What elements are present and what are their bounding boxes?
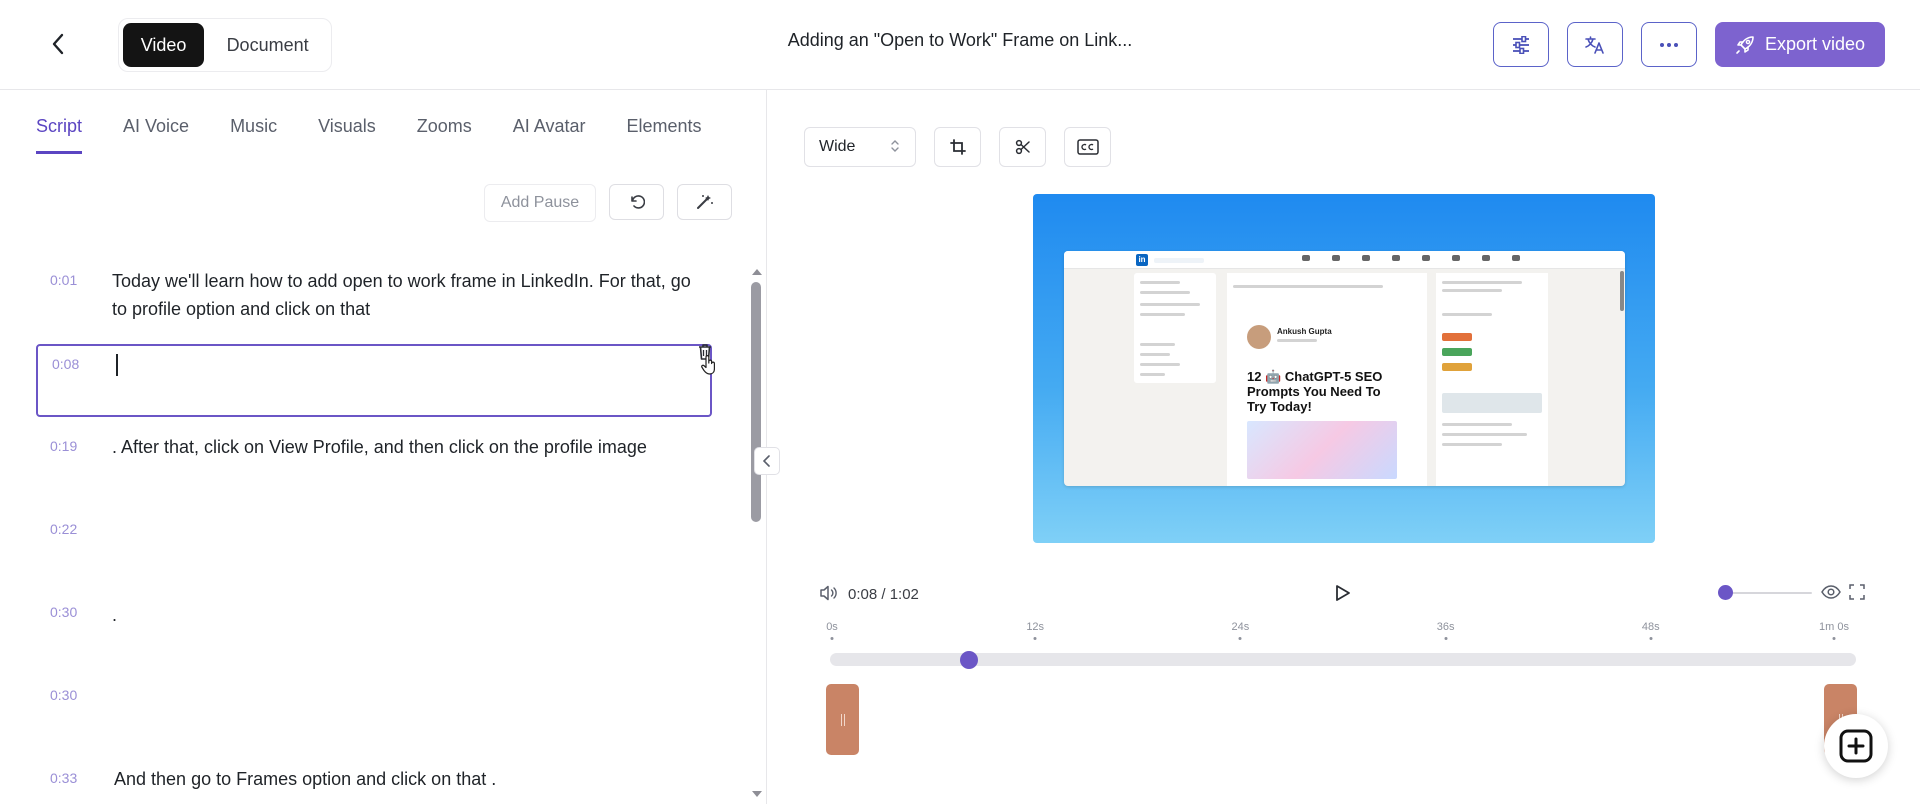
ruler-label: 1m 0s [1819, 621, 1849, 633]
collapse-panel-button[interactable] [754, 447, 780, 475]
ruler-label: 0s [826, 621, 838, 633]
aspect-ratio-select[interactable]: Wide [804, 127, 916, 167]
ruler-label: 24s [1231, 621, 1250, 633]
undo-button[interactable] [609, 184, 664, 220]
scissors-icon [1015, 139, 1030, 155]
tab-elements[interactable]: Elements [627, 116, 702, 154]
hand-cursor-icon [701, 355, 715, 375]
post-title: 12 🤖 ChatGPT-5 SEO Prompts You Need To T… [1247, 369, 1383, 414]
crop-icon [949, 139, 966, 155]
timeline-scrubber-track[interactable] [830, 653, 1856, 666]
line-text[interactable]: Today we'll learn how to add open to wor… [112, 267, 692, 323]
line-timestamp[interactable]: 0:30 [50, 604, 77, 620]
linkedin-screenshot: in Ankush Gupta 12 🤖 ChatGPT-5 SEO Promp… [1064, 251, 1625, 486]
tab-music[interactable]: Music [230, 116, 277, 154]
chevron-left-icon [52, 33, 64, 55]
zoom-slider-thumb[interactable] [1718, 585, 1733, 600]
mode-video-button[interactable]: Video [123, 23, 205, 67]
script-line[interactable]: 0:22 [36, 519, 712, 559]
aspect-ratio-value: Wide [819, 138, 856, 155]
scroll-down-arrow-icon[interactable] [751, 790, 763, 798]
mode-document-button[interactable]: Document [208, 23, 327, 67]
ellipsis-icon [1660, 42, 1678, 47]
magic-wand-icon [696, 195, 713, 209]
script-scrollbar-thumb[interactable] [751, 282, 761, 522]
line-timestamp[interactable]: 0:22 [50, 521, 77, 537]
preview-panel: Wide in Ankush Gupta 12 🤖 ChatGPT-5 SEO … [768, 90, 1920, 804]
script-line[interactable]: 0:30 [36, 685, 712, 725]
video-preview[interactable]: in Ankush Gupta 12 🤖 ChatGPT-5 SEO Promp… [1033, 194, 1655, 543]
ruler-tick [830, 637, 834, 640]
line-timestamp[interactable]: 0:19 [50, 438, 77, 454]
tab-visuals[interactable]: Visuals [318, 116, 376, 154]
line-text[interactable]: . After that, click on View Profile, and… [112, 433, 692, 461]
ruler-tick [1238, 637, 1242, 640]
add-pause-button[interactable]: Add Pause [484, 184, 596, 222]
linkedin-left-column [1134, 273, 1216, 383]
zoom-slider-track[interactable] [1720, 592, 1812, 594]
ruler-tick [1832, 637, 1836, 640]
export-video-button[interactable]: Export video [1715, 22, 1885, 67]
ruler-label: 12s [1026, 621, 1045, 633]
clip-start-handle[interactable] [826, 684, 859, 755]
ai-enhance-button[interactable] [677, 184, 732, 220]
tab-script[interactable]: Script [36, 116, 83, 154]
post-author: Ankush Gupta [1277, 327, 1332, 336]
post-image [1247, 421, 1397, 479]
script-line[interactable]: 0:19 . After that, click on View Profile… [36, 436, 712, 476]
linkedin-right-column [1436, 273, 1548, 486]
volume-icon[interactable] [820, 585, 840, 601]
chevron-left-icon [763, 455, 770, 467]
ruler-tick [1649, 637, 1653, 640]
line-text[interactable]: . [112, 601, 692, 629]
ruler-label: 48s [1641, 621, 1660, 633]
plus-square-icon [1839, 729, 1873, 763]
chevron-updown-icon [891, 140, 899, 152]
translate-button[interactable] [1567, 22, 1623, 67]
line-timestamp[interactable]: 0:30 [50, 687, 77, 703]
top-bar: Video Document Adding an "Open to Work" … [0, 0, 1920, 90]
script-line[interactable]: 0:33 And then go to Frames option and cl… [36, 768, 712, 804]
back-button[interactable] [44, 30, 72, 58]
settings-button[interactable] [1493, 22, 1549, 67]
ruler-tick [1444, 637, 1448, 640]
script-line[interactable]: 0:01 Today we'll learn how to add open t… [36, 270, 712, 330]
rocket-icon [1736, 35, 1754, 54]
captions-button[interactable] [1064, 127, 1111, 167]
line-text[interactable]: And then go to Frames option and click o… [114, 765, 694, 793]
playhead[interactable] [960, 651, 979, 669]
time-display: 0:08 / 1:02 [848, 586, 919, 603]
more-options-button[interactable] [1641, 22, 1697, 67]
undo-icon [630, 195, 645, 209]
tab-ai-avatar[interactable]: AI Avatar [513, 116, 586, 154]
linkedin-nav: in [1064, 251, 1625, 269]
crop-button[interactable] [934, 127, 981, 167]
translate-icon [1585, 35, 1604, 54]
author-avatar [1247, 325, 1271, 349]
ruler-tick [1033, 637, 1037, 640]
mode-toggle: Video Document [118, 18, 332, 72]
cut-button[interactable] [999, 127, 1046, 167]
project-title[interactable]: Adding an "Open to Work" Frame on Link..… [700, 30, 1220, 51]
line-timestamp[interactable]: 0:33 [50, 770, 77, 786]
line-timestamp[interactable]: 0:01 [50, 272, 77, 288]
text-caret [116, 354, 118, 376]
fullscreen-icon[interactable] [1849, 584, 1865, 600]
linkedin-logo: in [1136, 254, 1148, 266]
linkedin-feed-post: Ankush Gupta 12 🤖 ChatGPT-5 SEO Prompts … [1227, 273, 1427, 486]
tab-zooms[interactable]: Zooms [417, 116, 472, 154]
script-line-editing[interactable]: 0:08 [36, 344, 715, 417]
sliders-icon [1513, 35, 1529, 54]
editor-tabs: Script AI Voice Music Visuals Zooms AI A… [36, 116, 702, 154]
line-timestamp[interactable]: 0:08 [52, 356, 79, 372]
scroll-up-arrow-icon[interactable] [751, 268, 763, 276]
ruler-label: 36s [1436, 621, 1455, 633]
script-line[interactable]: 0:30 . [36, 602, 712, 642]
cc-icon [1076, 139, 1099, 155]
add-element-button[interactable] [1824, 714, 1888, 778]
export-video-label: Export video [1764, 34, 1866, 54]
play-icon[interactable] [1332, 583, 1352, 603]
eye-icon[interactable] [1821, 584, 1841, 600]
tab-ai-voice[interactable]: AI Voice [123, 116, 189, 154]
